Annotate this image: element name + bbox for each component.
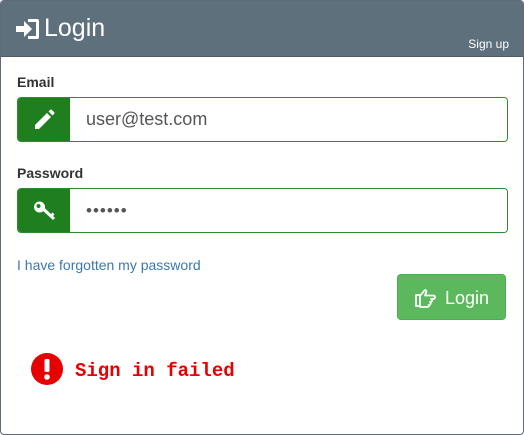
login-button[interactable]: Login bbox=[397, 274, 506, 320]
password-label: Password bbox=[17, 165, 84, 181]
login-button-label: Login bbox=[445, 288, 490, 308]
login-panel: Login Sign up Email Password I have forg… bbox=[0, 0, 524, 435]
signup-link[interactable]: Sign up bbox=[468, 37, 509, 51]
email-label: Email bbox=[17, 74, 55, 90]
email-addon bbox=[18, 98, 70, 141]
password-addon bbox=[18, 189, 70, 232]
password-input-group bbox=[17, 188, 508, 233]
sign-in-icon bbox=[16, 19, 39, 39]
error-message: Sign in failed bbox=[75, 360, 235, 382]
email-input-group bbox=[17, 97, 508, 142]
panel-header: Login Sign up bbox=[1, 1, 523, 57]
email-field[interactable] bbox=[70, 98, 507, 141]
key-icon bbox=[34, 201, 55, 220]
page-title: Login bbox=[44, 14, 106, 42]
pencil-icon bbox=[35, 109, 55, 129]
exclamation-circle-icon bbox=[31, 353, 63, 385]
password-field[interactable] bbox=[70, 189, 507, 232]
hand-pointing-right-icon bbox=[415, 289, 436, 308]
forgot-password-link[interactable]: I have forgotten my password bbox=[17, 257, 201, 273]
